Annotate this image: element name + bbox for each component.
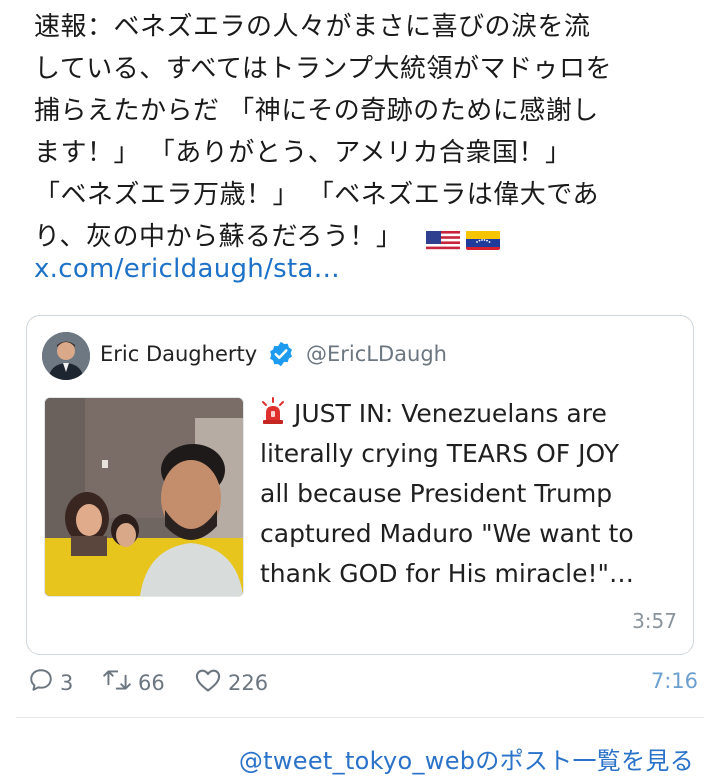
post-text-line: 速報：ベネズエラの人々がまさに喜びの涙を流 — [34, 12, 591, 42]
reply-icon — [28, 667, 60, 698]
venezuela-flag-icon — [466, 226, 501, 250]
post-text-last-line: り、灰の中から蘇るだろう！」 — [34, 216, 699, 258]
post-text: 速報：ベネズエラの人々がまさに喜びの涙を流 している、すべてはトランプ大統領がマ… — [34, 6, 699, 258]
action-bar: 3 66 226 7:16 — [28, 667, 698, 701]
quoted-text-line: captured Maduro "We want to — [260, 519, 634, 548]
reply-button[interactable]: 3 — [28, 667, 73, 698]
quoted-text-line: JUST IN: Venezuelans are — [294, 399, 607, 428]
repost-icon — [102, 667, 138, 698]
view-all-posts-link[interactable]: @tweet_tokyo_webのポスト一覧を見る — [239, 741, 694, 776]
reply-count: 3 — [60, 670, 74, 695]
quoted-text-line: literally crying TEARS OF JOY — [260, 439, 620, 468]
quoted-text-first-line: JUST IN: Venezuelans are — [260, 394, 670, 434]
verified-badge-icon — [267, 340, 295, 368]
heart-icon — [194, 667, 228, 698]
siren-icon — [260, 397, 286, 425]
divider — [16, 717, 704, 718]
like-count: 226 — [228, 670, 269, 695]
quoted-author-name[interactable]: Eric Daugherty — [100, 342, 257, 366]
quoted-author-handle[interactable]: @EricLDaugh — [306, 342, 447, 366]
post-link[interactable]: x.com/ericldaugh/sta… — [34, 254, 340, 284]
post-text-line: 「ベネズエラ万歳！」 「ベネズエラは偉大であ — [34, 180, 600, 210]
quoted-post-text: JUST IN: Venezuelans are literally cryin… — [260, 394, 670, 594]
quoted-post-image[interactable] — [44, 397, 244, 597]
quoted-post-time: 3:57 — [632, 609, 677, 633]
post-text-line: り、灰の中から蘇るだろう！」 — [34, 222, 403, 252]
avatar[interactable] — [42, 332, 90, 380]
post-text-line: 捕らえたからだ 「神にその奇跡のために感謝し — [34, 96, 599, 126]
repost-button[interactable]: 66 — [102, 667, 165, 698]
repost-count: 66 — [138, 670, 165, 695]
quoted-text-line: all because President Trump — [260, 479, 613, 508]
us-flag-icon — [426, 226, 461, 250]
post-text-line: ます！」 「ありがとう、アメリカ合衆国！」 — [34, 138, 572, 168]
post-timestamp[interactable]: 7:16 — [651, 669, 698, 693]
quoted-post-card[interactable]: Eric Daugherty @EricLDaugh JUST IN: Vene… — [26, 315, 694, 655]
quoted-text-line: thank GOD for His miracle!"… — [260, 559, 635, 588]
like-button[interactable]: 226 — [194, 667, 268, 698]
post-text-line: している、すべてはトランプ大統領がマドゥロを — [34, 54, 613, 84]
